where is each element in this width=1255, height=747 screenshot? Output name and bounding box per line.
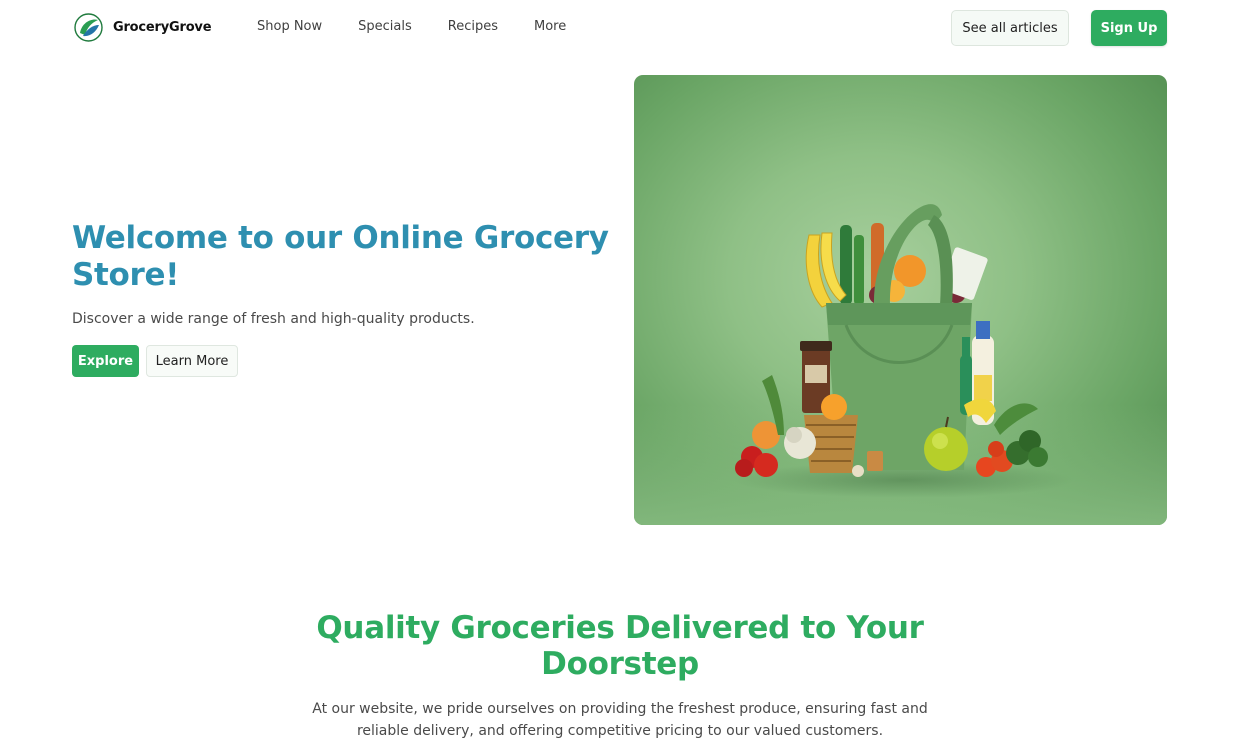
grocery-illustration [634,204,1167,525]
brand-link[interactable]: GroceryGrove [74,13,212,42]
section-description: At our website, we pride ourselves on pr… [312,701,928,739]
hero-subtitle: Discover a wide range of fresh and high-… [72,311,475,327]
grocery-bag-with-produce-image [634,75,1167,525]
nav-link-recipes[interactable]: Recipes [448,19,498,34]
learn-more-button[interactable]: Learn More [146,345,238,377]
top-navbar: GroceryGrove Shop Now Specials Recipes M… [0,0,1255,56]
hero-title: Welcome to our Online Grocery Store! [72,220,609,293]
section-title: Quality Groceries Delivered to Your Door… [316,610,924,682]
nav-link-shop-now[interactable]: Shop Now [257,19,322,34]
sign-up-button[interactable]: Sign Up [1091,10,1167,46]
brand-name: GroceryGrove [113,20,212,35]
nav-link-specials[interactable]: Specials [358,19,412,34]
explore-button[interactable]: Explore [72,345,139,377]
see-all-articles-button[interactable]: See all articles [951,10,1069,46]
nav-link-more[interactable]: More [534,19,566,34]
main-nav: Shop Now Specials Recipes More [257,19,602,34]
leaf-globe-icon [74,13,103,42]
